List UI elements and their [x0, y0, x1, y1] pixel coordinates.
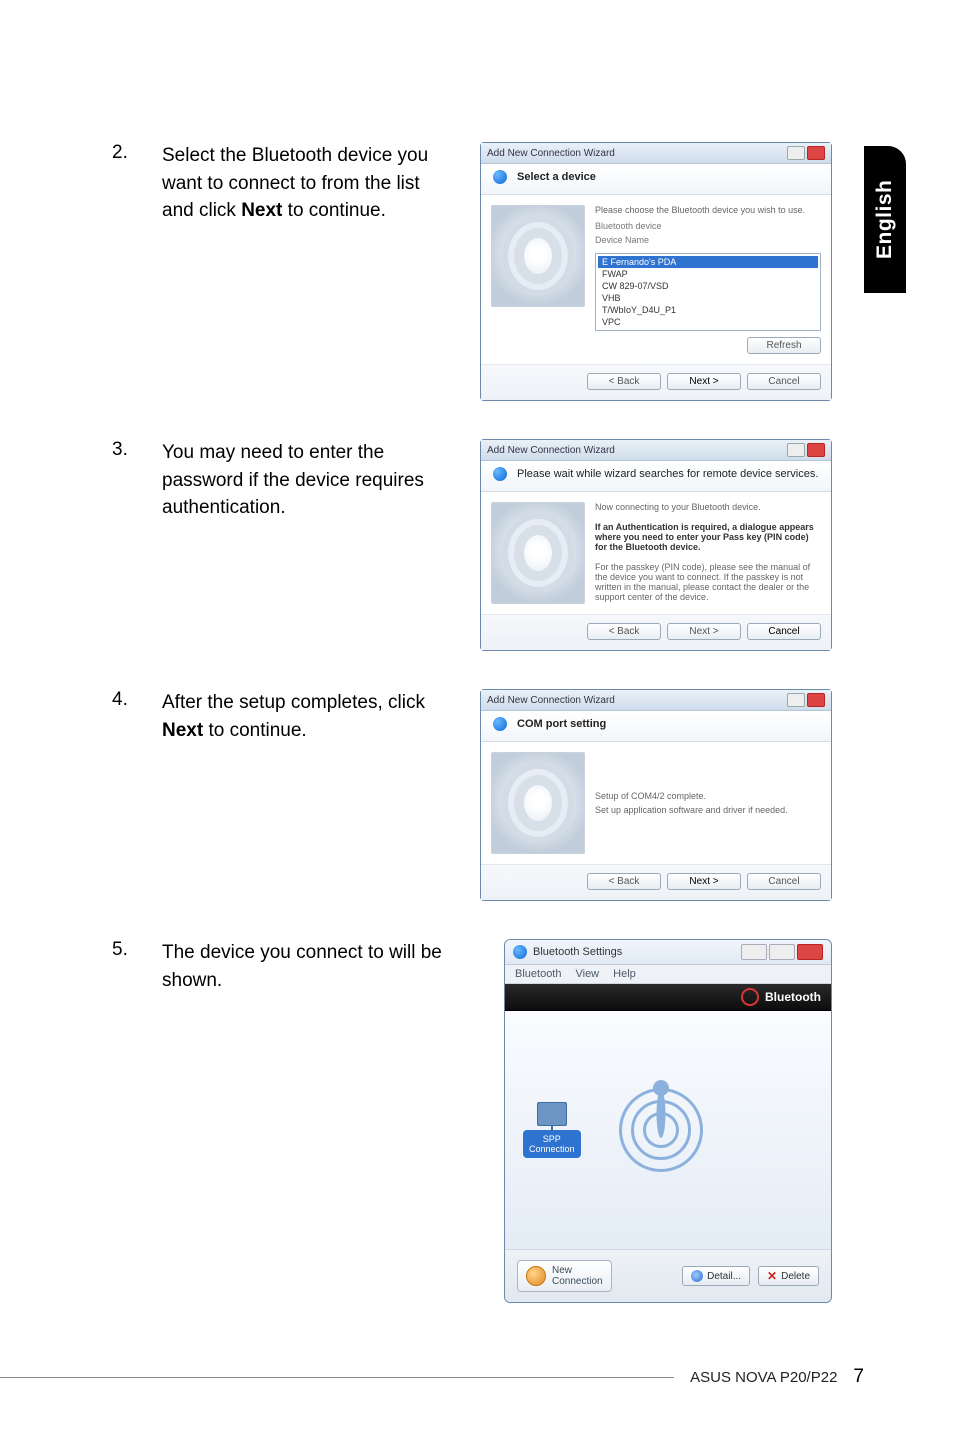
new-connection-button[interactable]: New Connection: [517, 1260, 612, 1292]
menu-bluetooth[interactable]: Bluetooth: [515, 968, 561, 980]
list-item[interactable]: FWAP: [598, 268, 818, 280]
step-5: 5. The device you connect to will be sho…: [112, 939, 832, 1303]
cancel-button[interactable]: Cancel: [747, 623, 821, 640]
device-label: SPP Connection: [523, 1130, 581, 1158]
next-button[interactable]: Next >: [667, 873, 741, 890]
complete-line: Setup of COM4/2 complete.: [595, 791, 821, 801]
step-4: 4. After the setup completes, click Next…: [112, 689, 832, 901]
step-number: 4.: [112, 689, 134, 711]
step-number: 3.: [112, 439, 134, 461]
new-connection-icon: [526, 1266, 546, 1286]
step-text: After the setup completes, click Next to…: [162, 689, 452, 744]
back-button[interactable]: < Back: [587, 623, 661, 640]
window-title: Bluetooth Settings: [533, 946, 622, 958]
step-2: 2. Select the Bluetooth device you want …: [112, 142, 832, 401]
step-text: Select the Bluetooth device you want to …: [162, 142, 452, 225]
bluetooth-icon: [513, 945, 527, 959]
minimize-icon[interactable]: [787, 146, 805, 160]
auth-note: If an Authentication is required, a dial…: [595, 522, 821, 552]
language-tab: English: [864, 146, 906, 293]
dialog-title: Add New Connection Wizard: [487, 445, 615, 456]
bluetooth-icon: [493, 467, 507, 481]
next-button[interactable]: Next >: [667, 623, 741, 640]
menu-bar: Bluetooth View Help: [505, 965, 831, 984]
dialog-prompt: Please choose the Bluetooth device you w…: [595, 205, 821, 215]
step-number: 2.: [112, 142, 134, 164]
screenshot-com-port: Add New Connection Wizard COM port setti…: [480, 689, 832, 901]
list-item[interactable]: T/WbIoY_D4U_P1: [598, 304, 818, 316]
list-item[interactable]: E Fernando's PDA: [598, 256, 818, 268]
maximize-icon[interactable]: [769, 944, 795, 960]
driver-note: Set up application software and driver i…: [595, 805, 821, 815]
dialog-title: Add New Connection Wizard: [487, 695, 615, 706]
paired-device-icon[interactable]: SPP Connection: [523, 1102, 581, 1158]
minimize-icon[interactable]: [787, 693, 805, 707]
step-text: You may need to enter the password if th…: [162, 439, 452, 522]
list-label: Bluetooth device: [595, 221, 821, 231]
menu-view[interactable]: View: [575, 968, 599, 980]
bluetooth-icon: [493, 717, 507, 731]
list-item[interactable]: VHB: [598, 292, 818, 304]
detail-button[interactable]: Detail...: [682, 1266, 750, 1286]
screenshot-select-device: Add New Connection Wizard Select a devic…: [480, 142, 832, 401]
cancel-button[interactable]: Cancel: [747, 873, 821, 890]
column-label: Device Name: [595, 235, 821, 245]
signal-waves-icon: [601, 1070, 721, 1190]
new-connection-label: New Connection: [552, 1265, 603, 1287]
cancel-button[interactable]: Cancel: [747, 373, 821, 390]
step-3: 3. You may need to enter the password if…: [112, 439, 832, 651]
wizard-art-icon: [491, 502, 585, 604]
menu-help[interactable]: Help: [613, 968, 636, 980]
wizard-art-icon: [491, 205, 585, 307]
page-footer: ASUS NOVA P20/P22 7: [0, 1366, 954, 1388]
close-icon[interactable]: [797, 944, 823, 960]
delete-label: Delete: [781, 1271, 810, 1282]
footer-model: ASUS NOVA P20/P22: [690, 1369, 837, 1386]
dialog-heading: Please wait while wizard searches for re…: [517, 468, 818, 480]
bluetooth-icon: [493, 170, 507, 184]
close-icon[interactable]: [807, 146, 825, 160]
page-number: 7: [853, 1366, 864, 1388]
brand-label: Bluetooth: [765, 990, 821, 1004]
device-canvas: SPP Connection: [505, 1011, 831, 1249]
minimize-icon[interactable]: [787, 443, 805, 457]
detail-icon: [691, 1270, 703, 1282]
next-button[interactable]: Next >: [667, 373, 741, 390]
wizard-art-icon: [491, 752, 585, 854]
delete-icon: ✕: [767, 1270, 777, 1282]
step-text: The device you connect to will be shown.: [162, 939, 472, 994]
screenshot-authentication: Add New Connection Wizard Please wait wh…: [480, 439, 832, 651]
refresh-button[interactable]: Refresh: [747, 337, 821, 354]
screenshot-bluetooth-settings: Bluetooth Settings Bluetooth View Help B…: [504, 939, 832, 1303]
passkey-note: For the passkey (PIN code), please see t…: [595, 562, 821, 602]
minimize-icon[interactable]: [741, 944, 767, 960]
close-icon[interactable]: [807, 693, 825, 707]
dialog-heading: Select a device: [517, 171, 596, 183]
footer-rule: [0, 1377, 674, 1378]
brand-ring-icon: [741, 988, 759, 1006]
close-icon[interactable]: [807, 443, 825, 457]
instruction-list: 2. Select the Bluetooth device you want …: [112, 142, 832, 1341]
monitor-icon: [537, 1102, 567, 1126]
brand-bar: Bluetooth: [505, 984, 831, 1011]
device-list[interactable]: E Fernando's PDA FWAP CW 829-07/VSD VHB …: [595, 253, 821, 331]
back-button[interactable]: < Back: [587, 873, 661, 890]
dialog-heading: COM port setting: [517, 718, 606, 730]
status-line: Now connecting to your Bluetooth device.: [595, 502, 821, 512]
detail-label: Detail...: [707, 1271, 741, 1282]
list-item[interactable]: CW 829-07/VSD: [598, 280, 818, 292]
dialog-title: Add New Connection Wizard: [487, 148, 615, 159]
back-button[interactable]: < Back: [587, 373, 661, 390]
delete-button[interactable]: ✕ Delete: [758, 1266, 819, 1286]
step-number: 5.: [112, 939, 134, 961]
list-item[interactable]: VPC: [598, 316, 818, 328]
